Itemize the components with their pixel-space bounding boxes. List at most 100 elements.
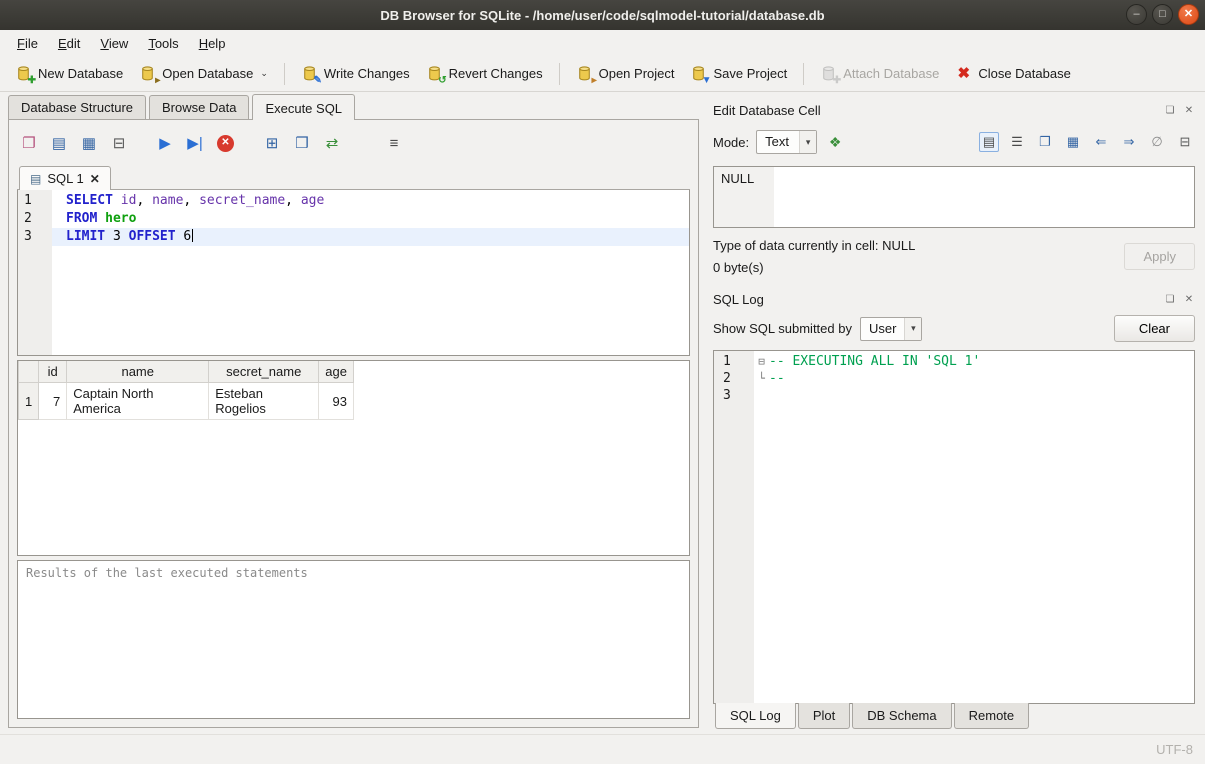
copy-cell-icon[interactable]: ❐	[1035, 132, 1055, 152]
stop-icon[interactable]: ✕	[217, 135, 234, 152]
tab-db-schema[interactable]: DB Schema	[852, 703, 951, 729]
column-header-id[interactable]: id	[39, 361, 67, 383]
column-header-secret-name[interactable]: secret_name	[209, 361, 319, 383]
fold-marker-icon: └	[754, 370, 769, 387]
attach-database-button[interactable]: ✚Attach Database	[813, 61, 946, 86]
text-cursor	[192, 229, 193, 242]
menu-view[interactable]: View	[91, 33, 137, 54]
save-project-button[interactable]: ▼Save Project	[683, 61, 794, 86]
export-csv-icon[interactable]: ⊞	[260, 131, 284, 155]
cell-editor-icons: ▤ ☰ ❐ ▦ ⇐ ⇒ ∅ ⊟	[979, 132, 1195, 152]
fold-marker-icon	[754, 387, 769, 404]
table-cell[interactable]: 93	[319, 383, 354, 420]
log-line: 2└--	[714, 370, 1194, 387]
encoding-indicator[interactable]: UTF-8	[1156, 742, 1193, 757]
attach-database-icon: ✚	[820, 65, 837, 82]
close-tab-icon[interactable]: ✕	[90, 172, 100, 186]
close-dock-icon[interactable]: ✕	[1183, 104, 1195, 116]
app-window: DB Browser for SQLite - /home/user/code/…	[0, 0, 1205, 764]
chevron-down-icon[interactable]: ⌄	[260, 68, 268, 79]
table-cell[interactable]: 7	[39, 383, 67, 420]
edit-cell-title: Edit Database Cell	[713, 103, 1164, 118]
sql-editor-toolbar: ❐▤▦⊟ ▶▶| ✕ ⊞❒⇄ ≡	[17, 128, 690, 158]
log-text: -- EXECUTING ALL IN 'SQL 1'	[769, 353, 980, 370]
menu-edit[interactable]: Edit	[49, 33, 89, 54]
main-area: Database StructureBrowse DataExecute SQL…	[0, 92, 1205, 734]
log-filter-select[interactable]: User ▾	[860, 317, 922, 341]
menu-help[interactable]: Help	[190, 33, 235, 54]
tab-sql-1[interactable]: ▤ SQL 1 ✕	[19, 166, 111, 190]
open-sql-file-icon[interactable]: ▤	[47, 131, 71, 155]
execute-all-icon[interactable]: ▶	[153, 131, 177, 155]
apply-button[interactable]: Apply	[1124, 243, 1195, 270]
write-changes-button[interactable]: ✎Write Changes	[294, 61, 417, 86]
new-database-button[interactable]: ✚New Database	[8, 61, 130, 86]
save-cell-icon[interactable]: ▦	[1063, 132, 1083, 152]
editor-line: 1SELECT id, name, secret_name, age	[18, 192, 689, 210]
word-wrap-icon[interactable]: ☰	[1007, 132, 1027, 152]
table-cell[interactable]: Captain North America	[67, 383, 209, 420]
save-sql-file-icon[interactable]: ▦	[77, 131, 101, 155]
open-project-label: Open Project	[599, 66, 675, 81]
results-message: Results of the last executed statements	[17, 560, 690, 719]
menu-file[interactable]: File	[8, 33, 47, 54]
table-cell[interactable]: Esteban Rogelios	[209, 383, 319, 420]
tab-execute-sql[interactable]: Execute SQL	[252, 94, 355, 120]
find-replace-icon[interactable]: ⇄	[320, 131, 344, 155]
open-sql-new-tab-icon[interactable]: ❐	[17, 131, 41, 155]
sql-tab-label: SQL 1	[47, 171, 83, 186]
minimize-icon[interactable]: –	[1126, 4, 1147, 25]
open-database-button[interactable]: ▸Open Database⌄	[132, 61, 275, 86]
fold-marker-icon[interactable]: ⊟	[754, 353, 769, 370]
column-header-name[interactable]: name	[67, 361, 209, 383]
format-sql-icon[interactable]: ≡	[382, 131, 406, 155]
float-dock-icon[interactable]: ❏	[1164, 104, 1176, 116]
tab-browse-data[interactable]: Browse Data	[149, 95, 249, 119]
tab-database-structure[interactable]: Database Structure	[8, 95, 146, 119]
import-cell-icon[interactable]: ⇐	[1091, 132, 1111, 152]
log-line: 3	[714, 387, 1194, 404]
menu-tools[interactable]: Tools	[139, 33, 187, 54]
new-database-label: New Database	[38, 66, 123, 81]
close-dock-icon[interactable]: ✕	[1183, 293, 1195, 305]
revert-changes-label: Revert Changes	[449, 66, 543, 81]
row-number[interactable]: 1	[19, 383, 39, 420]
tab-remote[interactable]: Remote	[954, 703, 1030, 729]
close-icon[interactable]: ✕	[1178, 4, 1199, 25]
log-line-number: 1	[714, 353, 754, 370]
line-number: 3	[18, 228, 52, 246]
close-database-button[interactable]: ✖Close Database	[948, 61, 1078, 86]
open-project-button[interactable]: ▸Open Project	[569, 61, 682, 86]
print-icon[interactable]: ⊟	[107, 131, 131, 155]
execute-current-line-icon[interactable]: ▶|	[183, 131, 207, 155]
revert-changes-button[interactable]: ↺Revert Changes	[419, 61, 550, 86]
results-table: idnamesecret_nameage 17Captain North Amer…	[18, 361, 354, 420]
sql-editor[interactable]: 1SELECT id, name, secret_name, age2FROM …	[17, 190, 690, 356]
toolbar-separator	[559, 63, 560, 85]
column-header-age[interactable]: age	[319, 361, 354, 383]
mode-select[interactable]: Text ▾	[756, 130, 817, 154]
maximize-icon[interactable]: □	[1152, 4, 1173, 25]
save-results-icon[interactable]: ❒	[290, 131, 314, 155]
text-view-icon[interactable]: ▤	[979, 132, 999, 152]
tab-plot[interactable]: Plot	[798, 703, 850, 729]
sql-log-header: SQL Log ❏ ✕	[713, 289, 1195, 309]
set-null-icon[interactable]: ∅	[1147, 132, 1167, 152]
open-database-label: Open Database	[162, 66, 253, 81]
cell-type-info: Type of data currently in cell: NULL	[713, 238, 1124, 253]
print-cell-icon[interactable]: ⊟	[1175, 132, 1195, 152]
log-text: --	[769, 370, 785, 387]
line-number: 1	[18, 192, 52, 210]
export-cell-icon[interactable]: ⇒	[1119, 132, 1139, 152]
float-dock-icon[interactable]: ❏	[1164, 293, 1176, 305]
results-grid[interactable]: idnamesecret_nameage 17Captain North Amer…	[17, 360, 690, 556]
titlebar[interactable]: DB Browser for SQLite - /home/user/code/…	[0, 0, 1205, 30]
sql-file-icon: ▤	[30, 172, 41, 186]
cell-editor[interactable]: NULL	[713, 166, 1195, 228]
clear-log-button[interactable]: Clear	[1114, 315, 1195, 342]
sql-log-view[interactable]: 1⊟-- EXECUTING ALL IN 'SQL 1'2└--3	[713, 350, 1195, 704]
auto-mode-icon[interactable]: ❖	[824, 131, 846, 153]
editor-code: LIMIT 3 OFFSET 6	[52, 228, 689, 246]
line-number: 2	[18, 210, 52, 228]
tab-sql-log[interactable]: SQL Log	[715, 703, 796, 729]
